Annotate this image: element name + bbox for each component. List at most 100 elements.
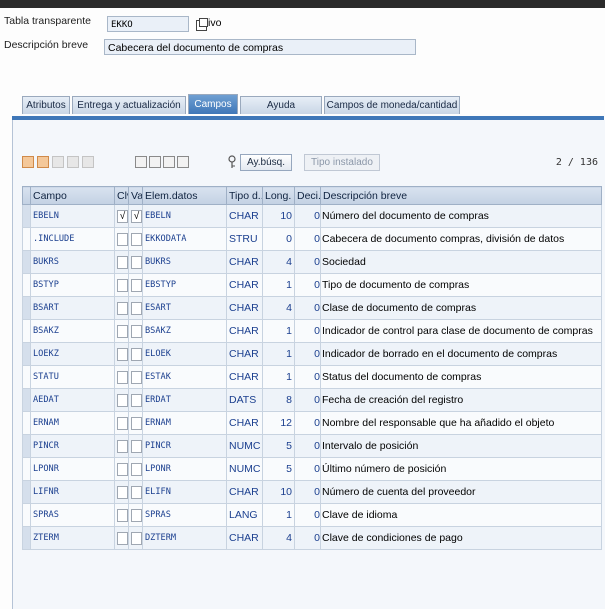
field-name-cell[interactable]: .INCLUDE	[30, 227, 115, 251]
data-type-cell[interactable]: LANG	[226, 503, 263, 527]
checkbox[interactable]	[131, 462, 142, 476]
data-element-cell[interactable]: ESART	[142, 296, 227, 320]
data-element-cell[interactable]: EBELN	[142, 204, 227, 228]
row-selector[interactable]	[22, 365, 31, 389]
search-help-button[interactable]: Ay.búsq.	[240, 154, 292, 171]
data-type-cell[interactable]: CHAR	[226, 204, 263, 228]
length-cell[interactable]: 8	[262, 388, 295, 412]
table-row[interactable]: AEDAT ERDAT DATS 8 0 Fecha de creación del re…	[22, 388, 602, 412]
initial-values-checkbox-cell[interactable]	[128, 411, 143, 435]
short-description-cell[interactable]: Cabecera de documento compras, división …	[320, 227, 602, 251]
short-description-cell[interactable]: Clave de idioma	[320, 503, 602, 527]
decimals-cell[interactable]: 0	[294, 227, 321, 251]
row-selector[interactable]	[22, 388, 31, 412]
data-element-cell[interactable]: DZTERM	[142, 526, 227, 550]
initial-values-checkbox-cell[interactable]	[128, 388, 143, 412]
data-type-cell[interactable]: CHAR	[226, 296, 263, 320]
tab-atributos[interactable]: Atributos	[22, 96, 70, 114]
short-description-cell[interactable]: Número del documento de compras	[320, 204, 602, 228]
data-type-cell[interactable]: CHAR	[226, 319, 263, 343]
description-field[interactable]: Cabecera del documento de compras	[104, 39, 416, 55]
field-name-cell[interactable]: PINCR	[30, 434, 115, 458]
short-description-cell[interactable]: Último número de posición	[320, 457, 602, 481]
checkbox[interactable]	[131, 393, 142, 407]
short-description-cell[interactable]: Status del documento de compras	[320, 365, 602, 389]
short-description-cell[interactable]: Fecha de creación del registro	[320, 388, 602, 412]
length-cell[interactable]: 5	[262, 434, 295, 458]
short-description-cell[interactable]: Tipo de documento de compras	[320, 273, 602, 297]
table-name-field[interactable]: EKKO	[107, 16, 189, 32]
key-checkbox-cell[interactable]	[114, 457, 129, 481]
sort-icon[interactable]	[135, 156, 147, 168]
initial-values-checkbox-cell[interactable]	[128, 296, 143, 320]
field-name-cell[interactable]: ZTERM	[30, 526, 115, 550]
data-element-cell[interactable]: EKKODATA	[142, 227, 227, 251]
data-element-cell[interactable]: ESTAK	[142, 365, 227, 389]
decimals-cell[interactable]: 0	[294, 503, 321, 527]
table-row[interactable]: STATU ESTAK CHAR 1 0 Status del documento de …	[22, 365, 602, 389]
field-name-cell[interactable]: SPRAS	[30, 503, 115, 527]
col-clv[interactable]: Clv	[114, 186, 129, 205]
key-checkbox-cell[interactable]	[114, 388, 129, 412]
checkbox[interactable]	[117, 370, 128, 384]
length-cell[interactable]: 1	[262, 273, 295, 297]
length-cell[interactable]: 10	[262, 480, 295, 504]
copy-icon[interactable]	[37, 156, 49, 168]
row-selector[interactable]	[22, 296, 31, 320]
data-element-cell[interactable]: ERDAT	[142, 388, 227, 412]
key-icon[interactable]	[227, 155, 237, 169]
checkbox[interactable]	[131, 508, 142, 522]
row-selector[interactable]	[22, 342, 31, 366]
col-val[interactable]: Val...	[128, 186, 143, 205]
decimals-cell[interactable]: 0	[294, 411, 321, 435]
checkbox[interactable]	[131, 416, 142, 430]
data-type-cell[interactable]: NUMC	[226, 457, 263, 481]
tab-campos-moneda[interactable]: Campos de moneda/cantidad	[324, 96, 460, 114]
initial-values-checkbox-cell[interactable]	[128, 273, 143, 297]
row-selector[interactable]	[22, 457, 31, 481]
checkbox[interactable]	[131, 439, 142, 453]
data-type-cell[interactable]: CHAR	[226, 342, 263, 366]
table-row[interactable]: BSAKZ BSAKZ CHAR 1 0 Indicador de control par…	[22, 319, 602, 343]
key-checkbox-cell[interactable]	[114, 503, 129, 527]
length-cell[interactable]: 1	[262, 365, 295, 389]
key-checkbox-cell[interactable]	[114, 365, 129, 389]
key-checkbox-cell[interactable]	[114, 296, 129, 320]
short-description-cell[interactable]: Sociedad	[320, 250, 602, 274]
table-row[interactable]: LOEKZ ELOEK CHAR 1 0 Indicador de borrado en …	[22, 342, 602, 366]
data-element-cell[interactable]: EBSTYP	[142, 273, 227, 297]
decimals-cell[interactable]: 0	[294, 250, 321, 274]
tab-campos[interactable]: Campos	[188, 94, 238, 114]
decimals-cell[interactable]: 0	[294, 480, 321, 504]
short-description-cell[interactable]: Clase de documento de compras	[320, 296, 602, 320]
checkbox[interactable]	[131, 531, 142, 545]
row-selector[interactable]	[22, 319, 31, 343]
key-checkbox-cell[interactable]	[114, 342, 129, 366]
length-cell[interactable]: 4	[262, 526, 295, 550]
initial-values-checkbox-cell[interactable]	[128, 227, 143, 251]
data-element-cell[interactable]: ELOEK	[142, 342, 227, 366]
checkbox[interactable]	[117, 347, 128, 361]
data-type-cell[interactable]: NUMC	[226, 434, 263, 458]
short-description-cell[interactable]: Indicador de control para clase de docum…	[320, 319, 602, 343]
decimals-cell[interactable]: 0	[294, 388, 321, 412]
checkbox[interactable]	[131, 347, 142, 361]
initial-values-checkbox-cell[interactable]	[128, 503, 143, 527]
length-cell[interactable]: 5	[262, 457, 295, 481]
field-name-cell[interactable]: BSTYP	[30, 273, 115, 297]
col-elem-datos[interactable]: Elem.datos	[142, 186, 227, 205]
data-type-cell[interactable]: CHAR	[226, 480, 263, 504]
table-row[interactable]: BSART ESART CHAR 4 0 Clase de documento de co…	[22, 296, 602, 320]
row-selector[interactable]	[22, 411, 31, 435]
data-type-cell[interactable]: CHAR	[226, 250, 263, 274]
field-name-cell[interactable]: AEDAT	[30, 388, 115, 412]
length-cell[interactable]: 4	[262, 296, 295, 320]
checkbox[interactable]	[131, 324, 142, 338]
field-name-cell[interactable]: ERNAM	[30, 411, 115, 435]
data-element-cell[interactable]: ELIFN	[142, 480, 227, 504]
checkbox[interactable]	[117, 531, 128, 545]
checkbox[interactable]	[131, 255, 142, 269]
table-row[interactable]: EBELN √ √ EBELN CHAR 10 0 Número del documento …	[22, 204, 602, 228]
checkbox[interactable]	[117, 485, 128, 499]
delete-row-icon[interactable]	[82, 156, 94, 168]
